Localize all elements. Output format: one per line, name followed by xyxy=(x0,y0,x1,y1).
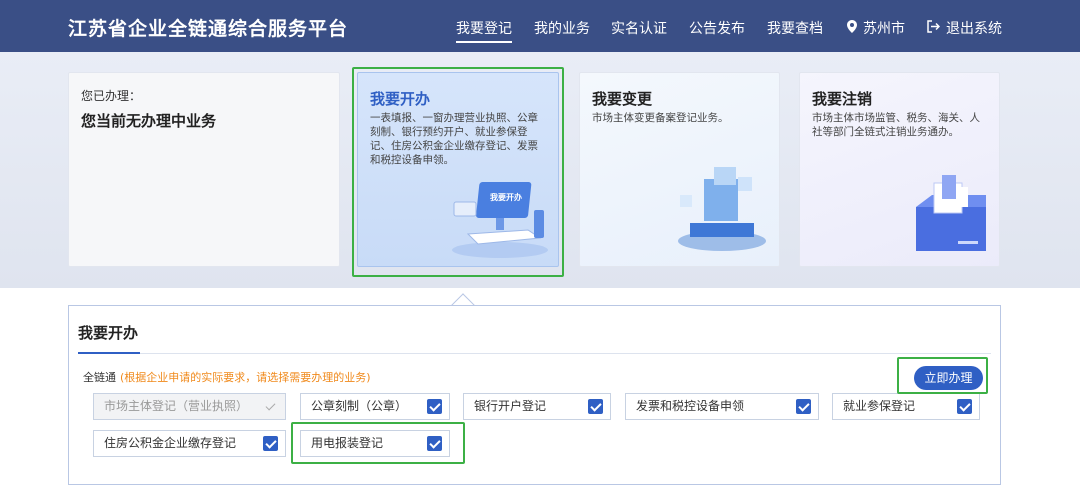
nav-my-business[interactable]: 我的业务 xyxy=(534,18,590,38)
panel-title-underline xyxy=(78,352,140,354)
option-label: 市场主体登记（营业执照） xyxy=(104,399,249,413)
checkbox-checked-icon[interactable] xyxy=(957,399,972,414)
logout-icon xyxy=(927,20,941,36)
checkbox-checked-icon[interactable] xyxy=(796,399,811,414)
top-header: 江苏省企业全链通综合服务平台 我要登记 我的业务 实名认证 公告发布 我要查档 … xyxy=(0,0,1080,52)
panel-title: 我要开办 xyxy=(78,324,139,342)
card-change-business[interactable]: 我要变更 市场主体变更备案登记业务。 xyxy=(579,72,780,267)
chain-hint-text: (根据企业申请的实际要求，请选择需要办理的业务) xyxy=(120,371,371,384)
card-change-title: 我要变更 xyxy=(592,90,653,108)
nav-logout-label: 退出系统 xyxy=(946,21,1002,37)
card-cancel-title: 我要注销 xyxy=(812,90,873,108)
option-label: 发票和税控设备申领 xyxy=(636,399,745,413)
panel-divider xyxy=(78,353,991,354)
chain-label-text: 全链通 xyxy=(83,371,116,384)
checkbox-checked-icon[interactable] xyxy=(263,436,278,451)
nav-city[interactable]: 苏州市 xyxy=(847,18,905,38)
open-business-panel: 我要开办 全链通 (根据企业申请的实际要求，请选择需要办理的业务) 立即办理 市场… xyxy=(68,305,1001,485)
nav-real-name-auth[interactable]: 实名认证 xyxy=(611,18,667,38)
nav-announcement[interactable]: 公告发布 xyxy=(689,18,745,38)
chain-label: 全链通 (根据企业申请的实际要求，请选择需要办理的业务) xyxy=(83,369,371,385)
highlight-open-card xyxy=(352,67,564,277)
card-cancel-business[interactable]: 我要注销 市场主体市场监管、税务、海关、人社等部门全链式注销业务通办。 xyxy=(799,72,1000,267)
option-label: 住房公积金企业缴存登记 xyxy=(104,436,237,450)
option-employment-insurance[interactable]: 就业参保登记 xyxy=(832,393,980,420)
option-housing-fund[interactable]: 住房公积金企业缴存登记 xyxy=(93,430,286,457)
option-seal-engraving[interactable]: 公章刻制（公章） xyxy=(300,393,450,420)
status-main-text: 您当前无办理中业务 xyxy=(81,112,217,130)
option-invoice-tax-device[interactable]: 发票和税控设备申领 xyxy=(625,393,819,420)
checkbox-checked-icon[interactable] xyxy=(427,399,442,414)
nav-city-label: 苏州市 xyxy=(863,21,905,37)
highlight-apply-button xyxy=(897,357,988,394)
status-sub-label: 您已办理： xyxy=(81,89,142,103)
current-status-card: 您已办理： 您当前无办理中业务 xyxy=(68,72,340,267)
card-change-desc: 市场主体变更备案登记业务。 xyxy=(592,112,729,124)
option-label: 银行开户登记 xyxy=(474,399,547,413)
checkbox-checked-icon[interactable] xyxy=(588,399,603,414)
cubes-illustration-icon xyxy=(678,167,766,251)
checkmark-icon xyxy=(263,399,278,414)
nav-archive-query[interactable]: 我要查档 xyxy=(767,18,823,38)
option-market-entity-registration: 市场主体登记（营业执照） xyxy=(93,393,286,420)
panel-pointer xyxy=(450,289,476,306)
location-pin-icon xyxy=(847,20,857,36)
platform-title: 江苏省企业全链通综合服务平台 xyxy=(68,18,349,40)
box-illustration-icon xyxy=(916,175,986,251)
highlight-electricity-option xyxy=(291,422,465,464)
option-label: 就业参保登记 xyxy=(843,399,916,413)
card-cancel-desc: 市场主体市场监管、税务、海关、人社等部门全链式注销业务通办。 xyxy=(812,112,980,138)
nav-register[interactable]: 我要登记 xyxy=(456,18,512,43)
option-bank-account[interactable]: 银行开户登记 xyxy=(463,393,611,420)
option-label: 公章刻制（公章） xyxy=(311,399,408,413)
nav-logout[interactable]: 退出系统 xyxy=(927,18,1002,38)
